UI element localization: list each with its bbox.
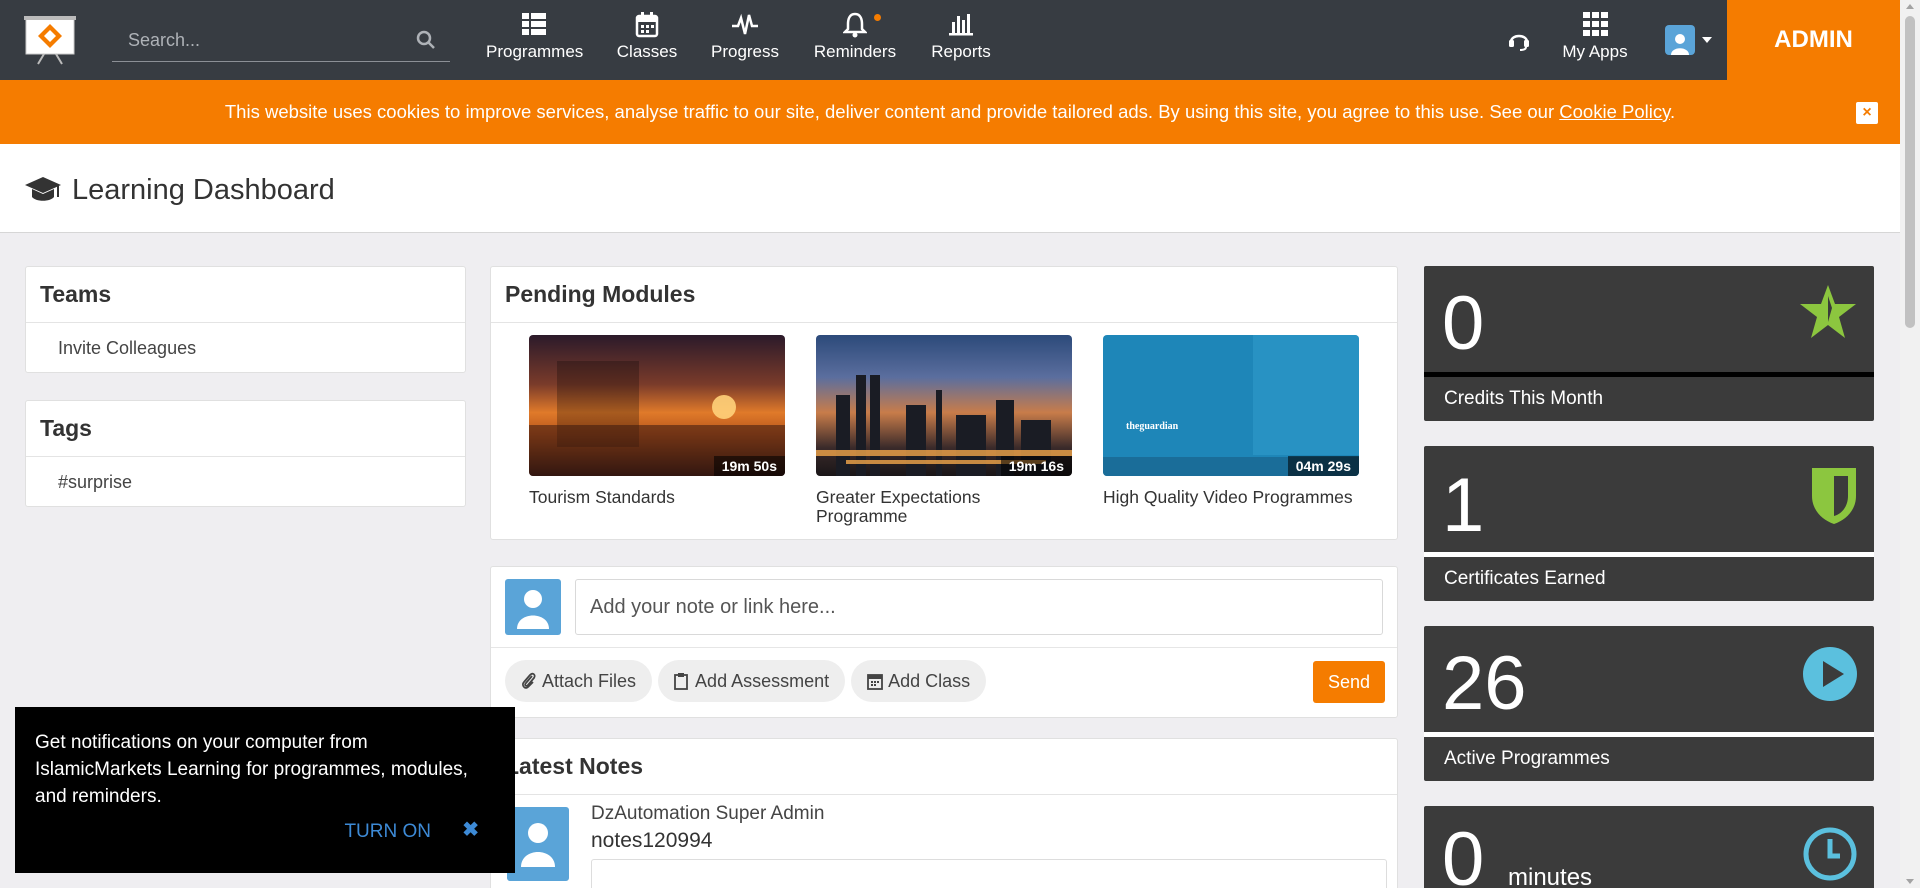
programmes-label: Active Programmes — [1444, 748, 1610, 769]
scroll-down-icon[interactable] — [1906, 879, 1914, 884]
module-thumbnail: 19m 16s — [816, 335, 1072, 476]
cookie-banner: This website uses cookies to improve ser… — [0, 80, 1900, 144]
cookie-close-button[interactable]: × — [1856, 102, 1878, 124]
paperclip-icon — [521, 672, 537, 690]
note-item: DzAutomation Super Admin notes120994 — [491, 795, 1397, 888]
admin-button[interactable]: ADMIN — [1727, 0, 1900, 80]
module-title: Greater Expectations Programme — [816, 487, 981, 526]
guardian-logo: theguardian — [1126, 421, 1179, 432]
cookie-policy-link[interactable]: Cookie Policy — [1559, 101, 1670, 122]
minutes-value: 0 — [1442, 817, 1485, 888]
tags-card: Tags #surprise — [25, 400, 466, 507]
grid-list-icon — [520, 12, 548, 38]
chevron-down-icon[interactable] — [1702, 37, 1712, 43]
certificates-label: Certificates Earned — [1444, 568, 1606, 589]
logo-icon[interactable] — [24, 16, 76, 66]
cookie-text: This website uses cookies to improve ser… — [224, 101, 1676, 122]
nav-progress[interactable]: Progress — [708, 12, 782, 68]
user-avatar-button[interactable] — [1665, 25, 1695, 55]
tags-title: Tags — [26, 401, 465, 457]
avatar — [505, 579, 561, 635]
latest-notes-title: Latest Notes — [491, 739, 1397, 795]
credits-label: Credits This Month — [1444, 388, 1604, 409]
user-icon — [1671, 34, 1689, 55]
note-composer: Attach Files Add Assessment Add Class Se… — [490, 566, 1398, 718]
module-duration: 19m 50s — [713, 456, 785, 476]
user-icon — [517, 590, 549, 629]
latest-notes-card: Latest Notes DzAutomation Super Admin no… — [490, 738, 1398, 888]
clipboard-icon — [674, 672, 690, 690]
module-duration: 19m 16s — [1000, 456, 1072, 476]
module-thumbnail: 19m 50s — [529, 335, 785, 476]
nav-classes[interactable]: Classes — [612, 12, 682, 68]
clock-icon — [1802, 826, 1858, 887]
module-thumbnail: theguardian 04m 29s — [1103, 335, 1359, 476]
module-duration: 04m 29s — [1287, 456, 1359, 476]
module-card[interactable]: 19m 50s Tourism Standards — [529, 335, 785, 526]
notification-text: Get notifications on your computer from … — [35, 732, 468, 807]
certificates-stat: 1 Certificates Earned — [1424, 446, 1874, 601]
note-author[interactable]: DzAutomation Super Admin — [591, 803, 824, 825]
search-icon[interactable] — [416, 30, 436, 50]
certificates-value: 1 — [1442, 463, 1485, 548]
close-icon[interactable]: ✖ — [462, 817, 479, 844]
play-icon — [1802, 646, 1858, 707]
search-box — [112, 20, 450, 62]
credits-value: 0 — [1442, 281, 1485, 366]
note-input[interactable] — [575, 579, 1383, 635]
pending-modules-title: Pending Modules — [491, 267, 1397, 323]
notification-prompt: Get notifications on your computer from … — [15, 707, 515, 873]
minutes-stat: 0 minutes — [1424, 806, 1874, 888]
bar-chart-icon — [947, 12, 975, 38]
note-embed — [591, 859, 1387, 888]
credits-stat: 0 Credits This Month — [1424, 266, 1874, 421]
add-assessment-button[interactable]: Add Assessment — [658, 660, 846, 702]
nav-reports[interactable]: Reports — [928, 12, 994, 68]
nav-programmes[interactable]: Programmes — [486, 12, 583, 68]
nav-reminders[interactable]: Reminders — [813, 12, 897, 68]
module-title: High Quality Video Programmes — [1103, 487, 1353, 507]
add-class-button[interactable]: Add Class — [851, 660, 987, 702]
calendar-icon — [867, 672, 884, 690]
tag-item[interactable]: #surprise — [26, 457, 465, 508]
active-programmes-stat: 26 Active Programmes — [1424, 626, 1874, 781]
turn-on-button[interactable]: TURN ON — [344, 818, 431, 845]
attach-files-button[interactable]: Attach Files — [505, 660, 653, 702]
headset-icon — [1505, 28, 1533, 54]
module-title: Tourism Standards — [529, 487, 675, 507]
module-card[interactable]: 19m 16s Greater Expectations Programme — [816, 335, 1072, 526]
pending-modules-card: Pending Modules 19m 50s Tourism Standard… — [490, 266, 1398, 540]
note-text: notes120994 — [591, 829, 713, 852]
scroll-up-icon[interactable] — [1906, 4, 1914, 9]
scrollbar-thumb[interactable] — [1905, 16, 1915, 328]
apps-grid-icon — [1581, 12, 1609, 38]
calendar-icon — [633, 12, 661, 38]
invite-colleagues-link[interactable]: Invite Colleagues — [26, 323, 465, 374]
graduation-cap-icon — [24, 175, 62, 205]
user-icon — [521, 823, 555, 867]
module-card[interactable]: theguardian 04m 29s High Quality Video P… — [1103, 335, 1359, 526]
send-button[interactable]: Send — [1313, 661, 1385, 703]
avatar — [507, 807, 569, 881]
teams-card: Teams Invite Colleagues — [25, 266, 466, 373]
page-title: Learning Dashboard — [72, 174, 335, 206]
page-header: Learning Dashboard — [0, 144, 1900, 233]
support-button[interactable] — [1505, 28, 1533, 56]
programmes-value: 26 — [1442, 641, 1527, 726]
shield-icon — [1810, 466, 1858, 531]
top-navbar: Programmes Classes Progress Reminders Re… — [0, 0, 1900, 80]
bell-icon — [841, 12, 869, 38]
notification-dot — [874, 14, 881, 21]
star-icon — [1798, 282, 1858, 347]
search-input[interactable] — [112, 20, 402, 60]
my-apps-button[interactable]: My Apps — [1562, 12, 1628, 68]
teams-title: Teams — [26, 267, 465, 323]
minutes-label: minutes — [1508, 864, 1593, 888]
page-scrollbar[interactable] — [1900, 0, 1920, 888]
pulse-icon — [731, 12, 759, 38]
